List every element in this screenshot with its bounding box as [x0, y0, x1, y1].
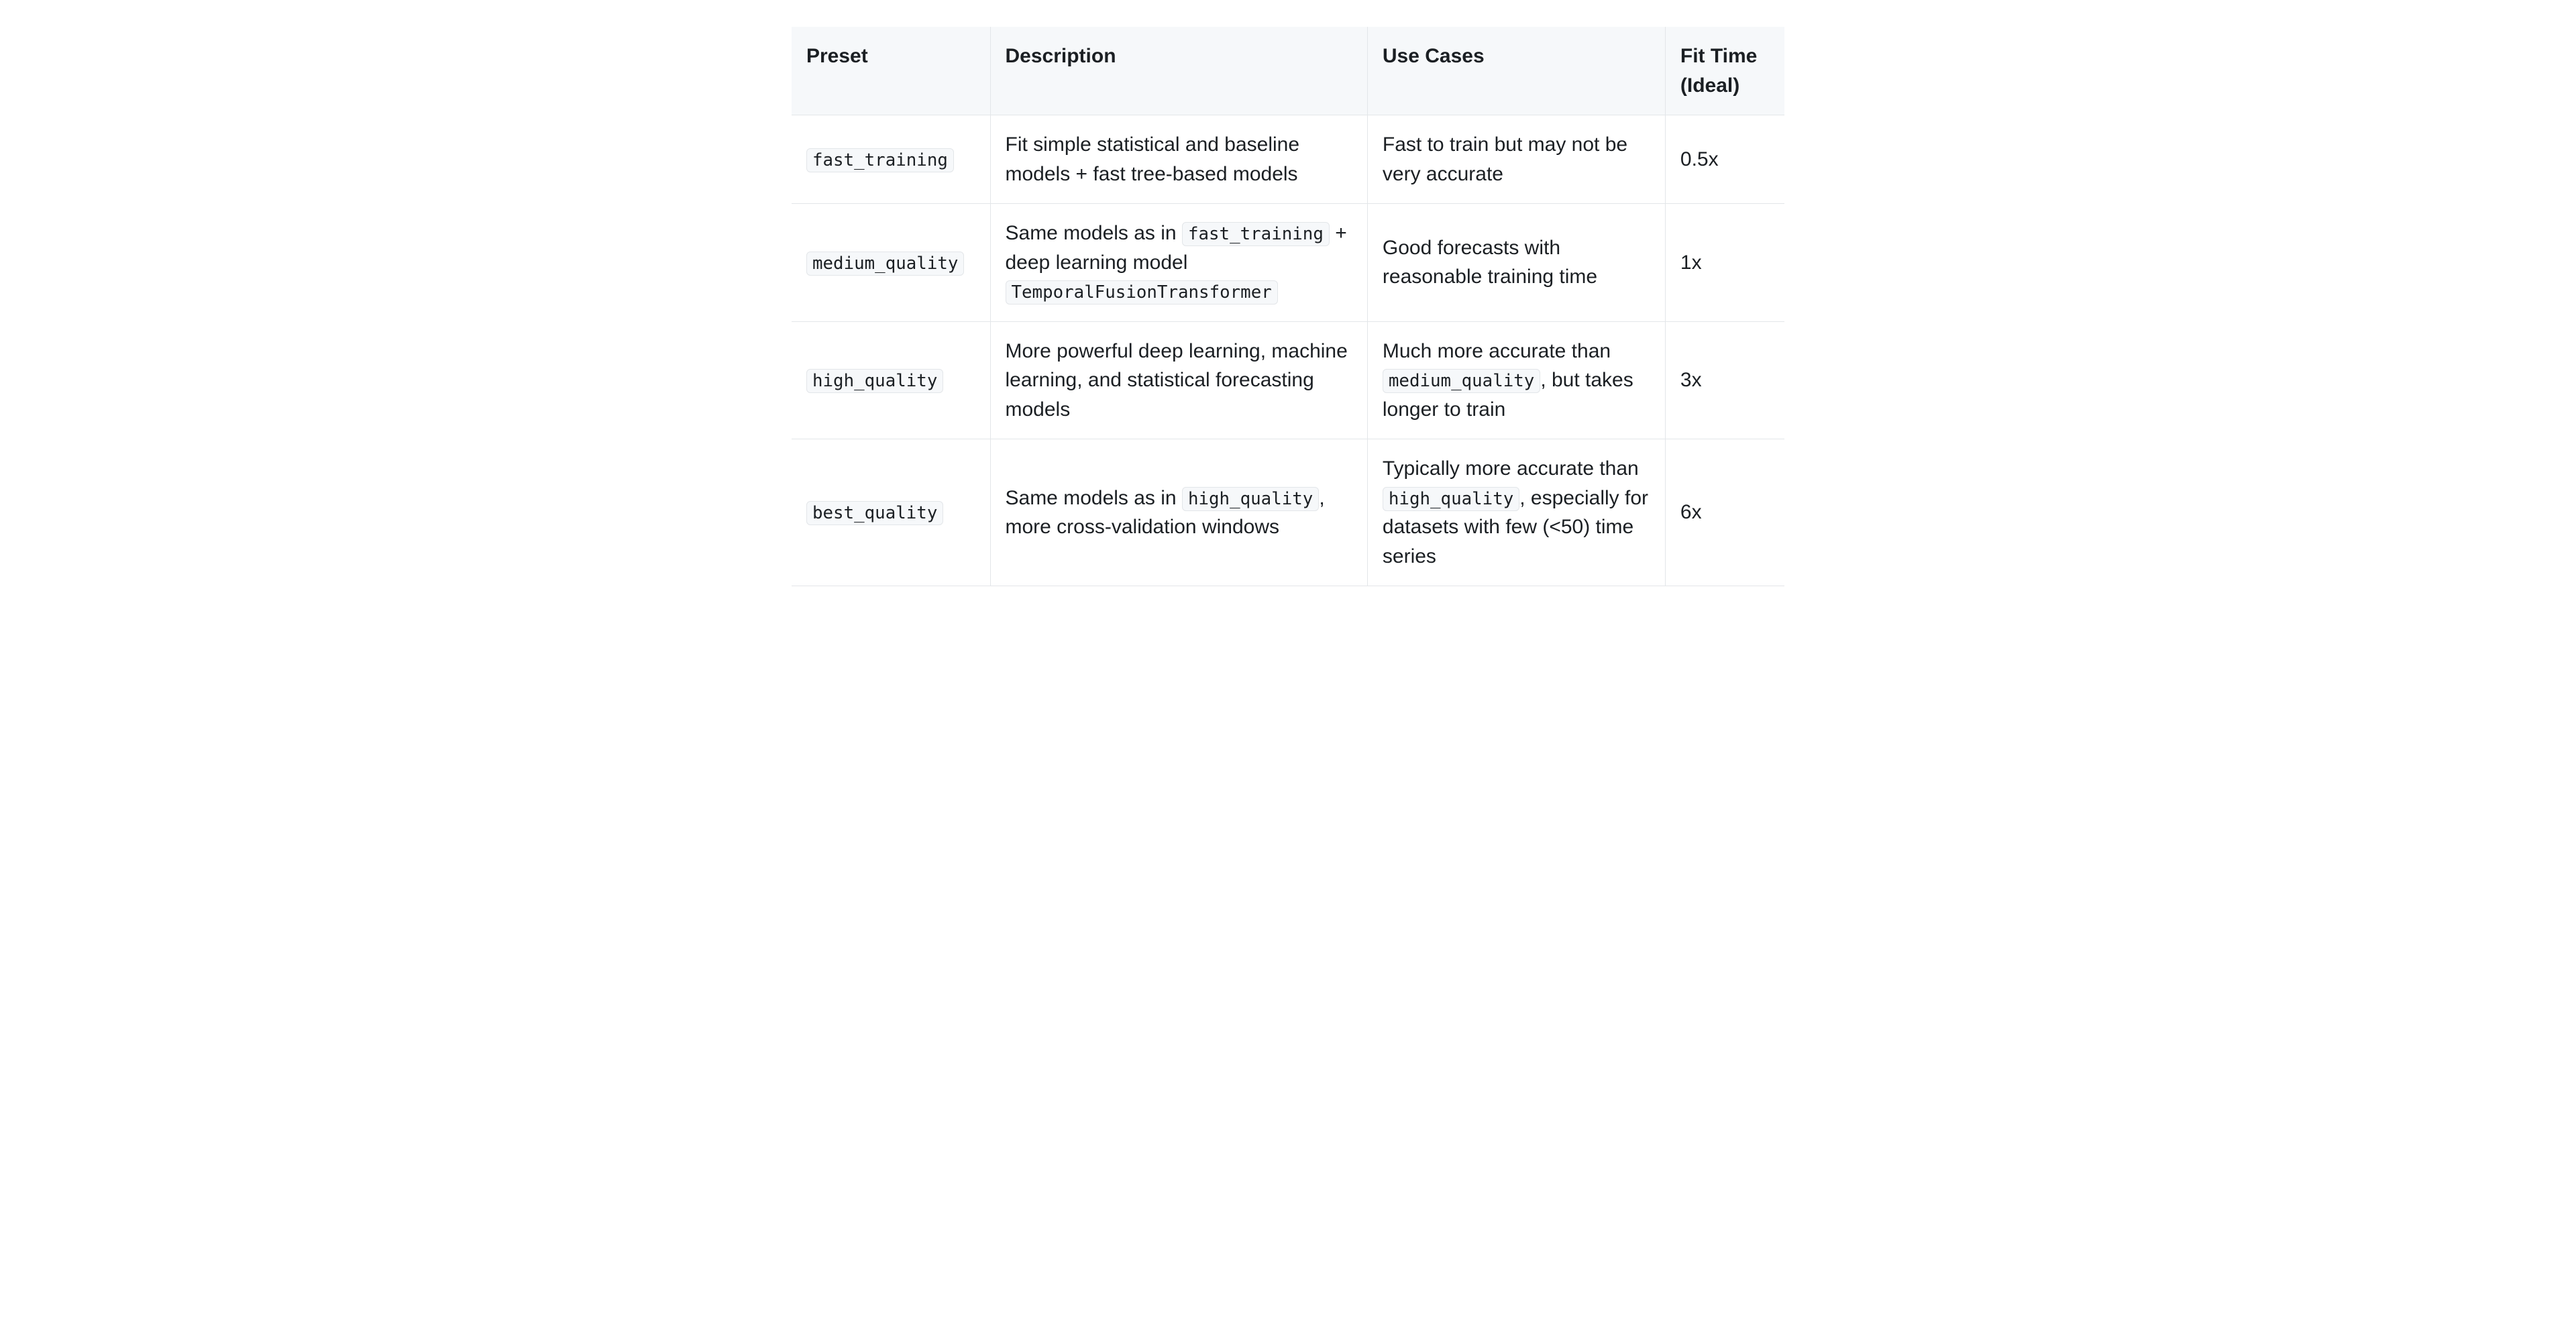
text-span: Typically more accurate than	[1383, 457, 1639, 480]
inline-code: high_quality	[1383, 487, 1519, 511]
inline-code: TemporalFusionTransformer	[1006, 280, 1278, 305]
preset-code: high_quality	[806, 369, 943, 393]
preset-code: fast_training	[806, 148, 954, 172]
col-header-fit-time: Fit Time (Ideal)	[1665, 27, 1784, 115]
inline-code: fast_training	[1182, 222, 1330, 246]
text-span: Much more accurate than	[1383, 340, 1611, 362]
cell-preset: best_quality	[792, 439, 990, 586]
table-row: medium_quality Same models as in fast_tra…	[792, 204, 1784, 322]
col-header-use-cases: Use Cases	[1367, 27, 1665, 115]
preset-code: medium_quality	[806, 252, 964, 276]
cell-use-cases: Good forecasts with reasonable training …	[1367, 204, 1665, 322]
cell-fit-time: 0.5x	[1665, 115, 1784, 204]
table-header-row: Preset Description Use Cases Fit Time (I…	[792, 27, 1784, 115]
cell-fit-time: 6x	[1665, 439, 1784, 586]
text-span: Fast to train but may not be very accura…	[1383, 133, 1627, 185]
cell-preset: high_quality	[792, 321, 990, 439]
cell-preset: fast_training	[792, 115, 990, 204]
preset-code: best_quality	[806, 501, 943, 525]
cell-description: More powerful deep learning, machine lea…	[990, 321, 1367, 439]
cell-use-cases: Typically more accurate than high_qualit…	[1367, 439, 1665, 586]
table-row: fast_training Fit simple statistical and …	[792, 115, 1784, 204]
inline-code: high_quality	[1182, 487, 1319, 511]
text-span: Same models as in	[1006, 487, 1182, 509]
cell-fit-time: 3x	[1665, 321, 1784, 439]
preset-table-body: fast_training Fit simple statistical and …	[792, 115, 1784, 586]
cell-fit-time: 1x	[1665, 204, 1784, 322]
preset-table-container: Preset Description Use Cases Fit Time (I…	[792, 27, 1784, 586]
cell-use-cases: Fast to train but may not be very accura…	[1367, 115, 1665, 204]
cell-use-cases: Much more accurate than medium_quality, …	[1367, 321, 1665, 439]
table-row: best_quality Same models as in high_quali…	[792, 439, 1784, 586]
text-span: Same models as in	[1006, 222, 1182, 244]
col-header-preset: Preset	[792, 27, 990, 115]
text-span: Good forecasts with reasonable training …	[1383, 237, 1597, 288]
cell-description: Fit simple statistical and baseline mode…	[990, 115, 1367, 204]
text-span: More powerful deep learning, machine lea…	[1006, 340, 1348, 421]
cell-description: Same models as in high_quality, more cro…	[990, 439, 1367, 586]
text-span: Fit simple statistical and baseline mode…	[1006, 133, 1300, 185]
inline-code: medium_quality	[1383, 369, 1540, 393]
col-header-description: Description	[990, 27, 1367, 115]
cell-description: Same models as in fast_training + deep l…	[990, 204, 1367, 322]
cell-preset: medium_quality	[792, 204, 990, 322]
preset-table: Preset Description Use Cases Fit Time (I…	[792, 27, 1784, 586]
table-row: high_quality More powerful deep learning,…	[792, 321, 1784, 439]
